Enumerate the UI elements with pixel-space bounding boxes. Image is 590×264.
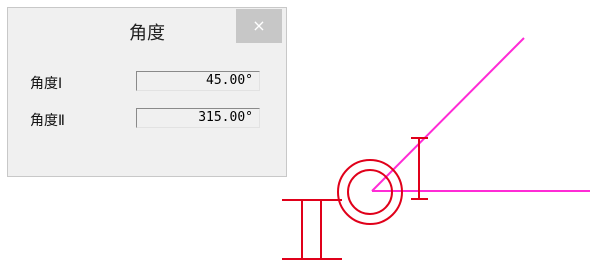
angle-dialog: 角度 × 角度Ⅰ 45.00° 角度Ⅱ 315.00° [7,7,287,177]
angle-one-label: 角度Ⅰ [30,76,63,92]
angle-two-field[interactable]: 315.00° [136,108,260,128]
angle-two-label: 角度Ⅱ [30,113,65,129]
angle-one-field[interactable]: 45.00° [136,71,260,91]
angle-one-row: 角度Ⅰ 45.00° [30,71,270,93]
cad-workspace[interactable]: 角度 × 角度Ⅰ 45.00° 角度Ⅱ 315.00° [0,0,590,264]
close-icon: × [252,16,266,35]
close-button[interactable]: × [236,9,282,43]
angle-two-row: 角度Ⅱ 315.00° [30,108,270,130]
angle-one-line [371,37,525,192]
